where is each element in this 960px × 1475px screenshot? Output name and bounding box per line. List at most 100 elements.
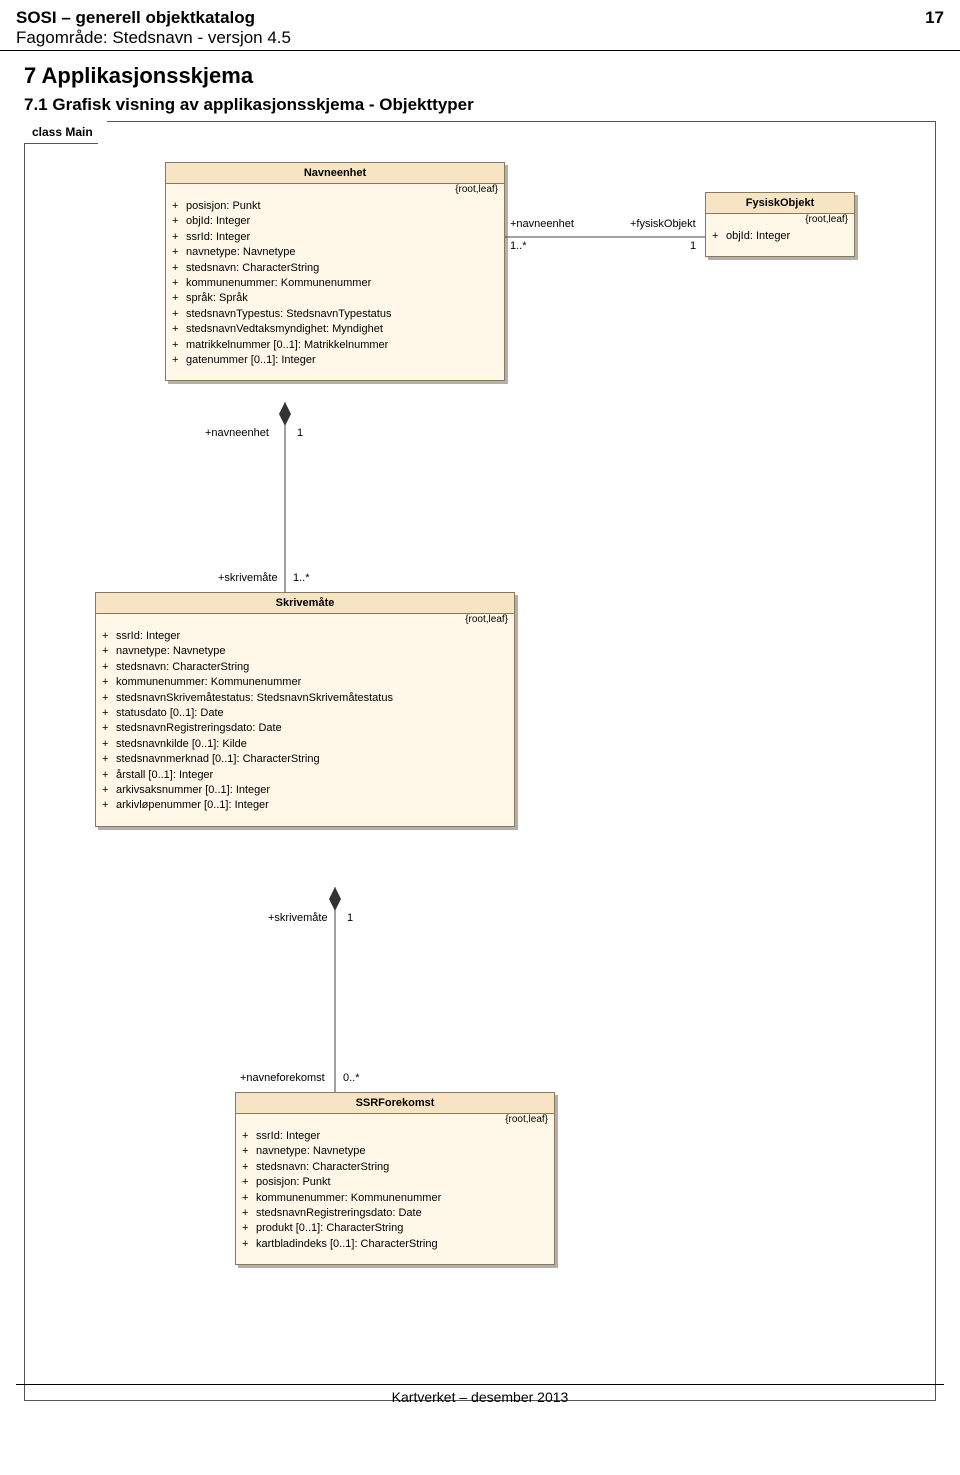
attr: ssrId: Integer xyxy=(116,629,180,644)
class-fysiskobjekt: FysiskObjekt {root,leaf} +objId: Integer xyxy=(705,192,855,257)
attr: stedsnavn: CharacterString xyxy=(186,261,319,276)
attr-row: +stedsnavnkilde [0..1]: Kilde xyxy=(102,737,508,752)
attr-row: +stedsnavnVedtaksmyndighet: Myndighet xyxy=(172,322,498,337)
class-title: Skrivemåte xyxy=(96,593,514,614)
attr-row: +stedsnavn: CharacterString xyxy=(242,1160,548,1175)
attr-row: +statusdato [0..1]: Date xyxy=(102,706,508,721)
attr-row: +språk: Språk xyxy=(172,291,498,306)
attr: stedsnavn: CharacterString xyxy=(256,1160,389,1175)
attr-row: +gatenummer [0..1]: Integer xyxy=(172,353,498,368)
class-attributes: +posisjon: Punkt+objId: Integer+ssrId: I… xyxy=(166,195,504,380)
attr-row: +posisjon: Punkt xyxy=(172,199,498,214)
attr: arkivløpenummer [0..1]: Integer xyxy=(116,798,269,813)
attr-row: +stedsnavnRegistreringsdato: Date xyxy=(102,721,508,736)
attr: kartbladindeks [0..1]: CharacterString xyxy=(256,1237,438,1252)
attr-row: +stedsnavn: CharacterString xyxy=(102,660,508,675)
assoc-mult: 1 xyxy=(690,240,696,252)
class-title: Navneenhet xyxy=(166,163,504,184)
attr: kommunenummer: Kommunenummer xyxy=(256,1191,441,1206)
class-attributes: +ssrId: Integer+navnetype: Navnetype+ste… xyxy=(96,625,514,826)
attr: kommunenummer: Kommunenummer xyxy=(116,675,301,690)
assoc-role: +skrivemåte xyxy=(268,912,328,924)
class-attributes: +ssrId: Integer+navnetype: Navnetype+ste… xyxy=(236,1125,554,1264)
attr: stedsnavnmerknad [0..1]: CharacterString xyxy=(116,752,320,767)
attr: språk: Språk xyxy=(186,291,248,306)
attr-row: +navnetype: Navnetype xyxy=(172,245,498,260)
attr-row: +kartbladindeks [0..1]: CharacterString xyxy=(242,1237,548,1252)
attr-row: +navnetype: Navnetype xyxy=(242,1144,548,1159)
class-constraint: {root,leaf} xyxy=(706,214,854,225)
attr-row: +arkivløpenummer [0..1]: Integer xyxy=(102,798,508,813)
attr: stedsnavnTypestus: StedsnavnTypestatus xyxy=(186,307,391,322)
attr-row: +ssrId: Integer xyxy=(102,629,508,644)
assoc-mult: 0..* xyxy=(343,1072,360,1084)
attr-row: +stedsnavnSkrivemåtestatus: StedsnavnSkr… xyxy=(102,691,508,706)
doc-subtitle: Fagområde: Stedsnavn - versjon 4.5 xyxy=(16,28,944,48)
assoc-role: +navneenhet xyxy=(510,218,574,230)
class-title: SSRForekomst xyxy=(236,1093,554,1114)
attr: produkt [0..1]: CharacterString xyxy=(256,1221,403,1236)
class-constraint: {root,leaf} xyxy=(236,1114,554,1125)
attr: posisjon: Punkt xyxy=(186,199,261,214)
attr: posisjon: Punkt xyxy=(256,1175,331,1190)
attr: stedsnavnkilde [0..1]: Kilde xyxy=(116,737,247,752)
attr: gatenummer [0..1]: Integer xyxy=(186,353,316,368)
assoc-role: +fysiskObjekt xyxy=(630,218,696,230)
attr: matrikkelnummer [0..1]: Matrikkelnummer xyxy=(186,338,388,353)
attr: navnetype: Navnetype xyxy=(186,245,295,260)
attr: stedsnavnSkrivemåtestatus: StedsnavnSkri… xyxy=(116,691,393,706)
class-ssrforekomst: SSRForekomst {root,leaf} +ssrId: Integer… xyxy=(235,1092,555,1265)
assoc-mult: 1..* xyxy=(293,572,310,584)
attr-row: +produkt [0..1]: CharacterString xyxy=(242,1221,548,1236)
doc-title: SOSI – generell objektkatalog xyxy=(16,8,255,28)
attr-row: +stedsnavnmerknad [0..1]: CharacterStrin… xyxy=(102,752,508,767)
assoc-mult: 1 xyxy=(297,427,303,439)
attr-row: +kommunenummer: Kommunenummer xyxy=(242,1191,548,1206)
attr: stedsnavn: CharacterString xyxy=(116,660,249,675)
attr: stedsnavnRegistreringsdato: Date xyxy=(256,1206,422,1221)
attr-row: +stedsnavn: CharacterString xyxy=(172,261,498,276)
attr-row: +stedsnavnRegistreringsdato: Date xyxy=(242,1206,548,1221)
attr-row: +arkivsaksnummer [0..1]: Integer xyxy=(102,783,508,798)
attr: navnetype: Navnetype xyxy=(116,644,225,659)
attr: årstall [0..1]: Integer xyxy=(116,768,213,783)
section-heading: 7 Applikasjonsskjema xyxy=(24,63,936,89)
assoc-role: +navneenhet xyxy=(205,427,269,439)
attr: ssrId: Integer xyxy=(186,230,250,245)
attr-row: +ssrId: Integer xyxy=(242,1129,548,1144)
attr: objId: Integer xyxy=(726,229,790,244)
class-constraint: {root,leaf} xyxy=(166,184,504,195)
attr: objId: Integer xyxy=(186,214,250,229)
attr: arkivsaksnummer [0..1]: Integer xyxy=(116,783,270,798)
attr: ssrId: Integer xyxy=(256,1129,320,1144)
subsection-heading: 7.1 Grafisk visning av applikasjonsskjem… xyxy=(24,95,936,115)
attr: navnetype: Navnetype xyxy=(256,1144,365,1159)
class-navneenhet: Navneenhet {root,leaf} +posisjon: Punkt+… xyxy=(165,162,505,381)
attr-row: +årstall [0..1]: Integer xyxy=(102,768,508,783)
assoc-role: +navneforekomst xyxy=(240,1072,325,1084)
page-footer: Kartverket – desember 2013 xyxy=(16,1384,944,1405)
assoc-mult: 1..* xyxy=(510,240,527,252)
assoc-mult: 1 xyxy=(347,912,353,924)
attr: stedsnavnRegistreringsdato: Date xyxy=(116,721,282,736)
attr: stedsnavnVedtaksmyndighet: Myndighet xyxy=(186,322,383,337)
attr-row: +objId: Integer xyxy=(172,214,498,229)
frame-label: class Main xyxy=(24,121,108,144)
attr-row: +posisjon: Punkt xyxy=(242,1175,548,1190)
class-attributes: +objId: Integer xyxy=(706,225,854,256)
attr-row: +stedsnavnTypestus: StedsnavnTypestatus xyxy=(172,307,498,322)
class-title: FysiskObjekt xyxy=(706,193,854,214)
page-header: SOSI – generell objektkatalog 17 Fagområ… xyxy=(0,0,960,51)
attr-row: +navnetype: Navnetype xyxy=(102,644,508,659)
attr-row: +kommunenummer: Kommunenummer xyxy=(102,675,508,690)
class-skrivemate: Skrivemåte {root,leaf} +ssrId: Integer+n… xyxy=(95,592,515,827)
attr: kommunenummer: Kommunenummer xyxy=(186,276,371,291)
class-constraint: {root,leaf} xyxy=(96,614,514,625)
attr-row: +matrikkelnummer [0..1]: Matrikkelnummer xyxy=(172,338,498,353)
attr-row: +kommunenummer: Kommunenummer xyxy=(172,276,498,291)
attr-row: +ssrId: Integer xyxy=(172,230,498,245)
attr: statusdato [0..1]: Date xyxy=(116,706,224,721)
uml-frame: class Main Navneenhet {root,leaf} +posis… xyxy=(24,121,936,1401)
assoc-role: +skrivemåte xyxy=(218,572,278,584)
page-number: 17 xyxy=(925,8,944,28)
